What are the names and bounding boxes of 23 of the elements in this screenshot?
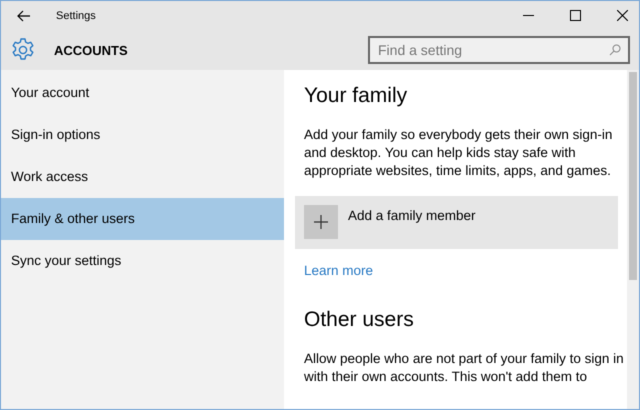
section-heading: Your family <box>304 84 408 108</box>
add-button-label: Add a family member <box>348 208 476 223</box>
section-heading: Other users <box>304 308 415 332</box>
maximize-icon[interactable] <box>570 10 581 21</box>
section-description: Add your family so everybody gets their own sign-in and desktop. You can help kids stay safe with appropriate websites, time limits, apps, and games. <box>304 126 614 180</box>
scrollbar[interactable] <box>627 70 639 409</box>
sidebar-item[interactable]: Your account <box>1 72 284 114</box>
sidebar-item[interactable]: Family & other users <box>1 198 284 240</box>
add-family-member-button[interactable]: Add a family member <box>295 196 618 249</box>
gear-icon <box>11 38 35 62</box>
back-arrow-icon[interactable] <box>17 10 31 22</box>
sidebar-item[interactable]: Work access <box>1 156 284 198</box>
sidebar-item[interactable]: Sign-in options <box>1 114 284 156</box>
window-title: Settings <box>56 10 96 22</box>
sidebar-item[interactable]: Sync your settings <box>1 240 284 282</box>
section-description: Allow people who are not part of your family to sign in with their own accounts. This won't add them to <box>304 350 624 386</box>
close-icon[interactable] <box>617 10 628 21</box>
page-title: ACCOUNTS <box>54 42 128 58</box>
search-icon <box>609 44 621 56</box>
plus-icon <box>304 205 338 239</box>
search-field[interactable]: Find a setting <box>368 36 630 64</box>
learn-more-link[interactable]: Learn more <box>304 263 374 278</box>
scrollbar-thumb[interactable] <box>629 72 637 280</box>
